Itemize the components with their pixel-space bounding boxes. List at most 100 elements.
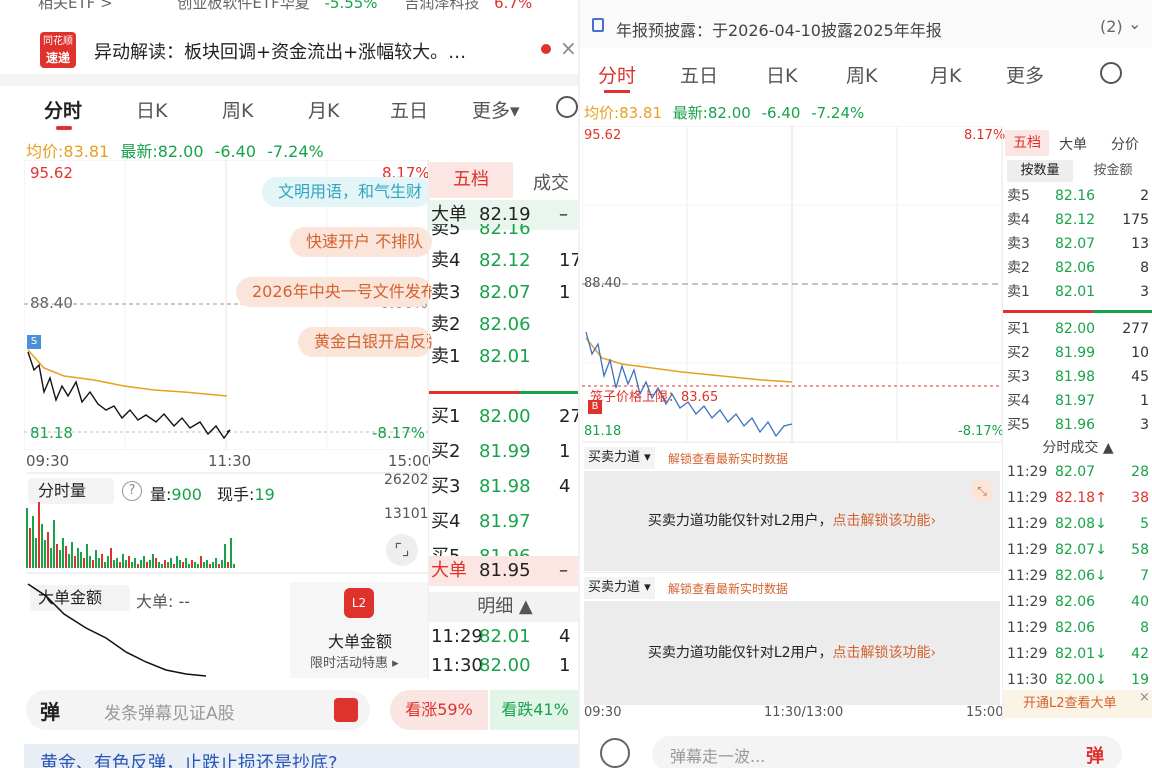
right-panel: 年报预披露：于2026-04-10披露2025年年报 (2) ⌄ 分时 五日 日… bbox=[580, 0, 1152, 768]
comment-icon[interactable] bbox=[600, 738, 630, 768]
volume-bar bbox=[149, 560, 151, 568]
danmaku-input[interactable]: 弹幕走一波... 弹 bbox=[652, 736, 1122, 768]
l2-promo-card[interactable]: L2 大单金额 限时活动特惠 ▸ bbox=[290, 582, 428, 678]
by-quantity-toggle[interactable]: 按数量 bbox=[1007, 160, 1073, 182]
force-dropdown[interactable]: 买卖力道 ▾ bbox=[584, 447, 655, 469]
level-volume: 175 bbox=[1122, 212, 1149, 228]
fullscreen-icon[interactable]: ⌜⌟ bbox=[386, 534, 418, 566]
buy-level-row[interactable]: 买2 81.99 10 bbox=[1003, 341, 1152, 365]
level-label: 卖1 bbox=[431, 346, 461, 367]
tab-monthly-k[interactable]: 月K bbox=[308, 96, 339, 123]
tab-daily-k[interactable]: 日K bbox=[766, 61, 797, 88]
buy-level-row[interactable]: 买1 82.00 277 bbox=[1003, 317, 1152, 341]
sell-level-row[interactable]: 卖3 82.07 1 bbox=[429, 278, 579, 308]
buy-level-row[interactable]: 买1 82.00 27 bbox=[429, 402, 580, 432]
level-price: 82.16 bbox=[1055, 188, 1096, 204]
bearish-button[interactable]: 看跌41% bbox=[490, 690, 580, 730]
tab-weekly-k[interactable]: 周K bbox=[222, 96, 253, 123]
buy-marker[interactable]: B bbox=[588, 400, 602, 414]
help-icon[interactable]: ? bbox=[122, 481, 142, 501]
tab-price-split[interactable]: 分价 bbox=[1111, 134, 1139, 154]
buy-level-row[interactable]: 买4 81.97 bbox=[429, 507, 579, 537]
tab-five-levels[interactable]: 五档 bbox=[1005, 130, 1049, 156]
force-dropdown[interactable]: 买卖力道 ▾ bbox=[584, 577, 655, 599]
footer-topic[interactable]: 黄金、有色反弹，止跌止损还是抄底? bbox=[24, 744, 580, 768]
avg-price-line bbox=[585, 337, 793, 383]
tab-five-day[interactable]: 五日 bbox=[390, 96, 428, 123]
close-icon[interactable]: × bbox=[1139, 690, 1150, 705]
notice-bar[interactable]: 年报预披露：于2026-04-10披露2025年年报 (2) ⌄ bbox=[580, 0, 1152, 48]
trade-price: 82.06 bbox=[1055, 594, 1096, 610]
big-order-row: 大单 81.95 – bbox=[429, 556, 580, 586]
detail-toggle[interactable]: 明细 ▲ bbox=[429, 592, 580, 622]
locked-area[interactable]: 买卖力道功能仅针对L2用户，点击解锁该功能› bbox=[584, 471, 1000, 571]
level-volume: 45 bbox=[1131, 369, 1149, 385]
unlock-feature-link[interactable]: 点击解锁该功能› bbox=[833, 645, 937, 661]
buy-level-row[interactable]: 买3 81.98 45 bbox=[1003, 365, 1152, 389]
tab-five-day[interactable]: 五日 bbox=[680, 61, 718, 88]
tab-trades[interactable]: 成交 bbox=[533, 169, 569, 195]
locked-area[interactable]: 买卖力道功能仅针对L2用户，点击解锁该功能› bbox=[584, 601, 1000, 705]
buy-level-row[interactable]: 买2 81.99 1 bbox=[429, 437, 579, 467]
sell-level-row[interactable]: 卖3 82.07 13 bbox=[1003, 232, 1152, 256]
volume-bar bbox=[173, 564, 175, 568]
level-price: 81.98 bbox=[479, 476, 531, 497]
volume-bar bbox=[104, 562, 106, 568]
danmaku-pill[interactable]: 黄金白银开启反弹 bbox=[298, 327, 432, 357]
close-icon[interactable]: × bbox=[560, 36, 577, 60]
avg-label: 均价: bbox=[584, 104, 620, 122]
sell-level-row[interactable]: 卖1 82.01 bbox=[429, 342, 579, 372]
trade-volume: 58 bbox=[1131, 542, 1149, 558]
level-volume: 1 bbox=[559, 282, 571, 303]
tab-weekly-k[interactable]: 周K bbox=[846, 61, 877, 88]
tab-five-levels[interactable]: 五档 bbox=[429, 162, 513, 198]
sell-level-row[interactable]: 卖2 82.06 bbox=[429, 310, 579, 340]
expand-icon[interactable]: ⤡ bbox=[970, 479, 994, 503]
l2-icon: L2 bbox=[344, 588, 374, 618]
danmaku-input[interactable]: 弹 发条弹幕见证A股 bbox=[26, 690, 370, 730]
bullish-button[interactable]: 看涨59% bbox=[390, 690, 488, 730]
right-price-stats: 均价:83.81 最新:82.00 -6.40 -7.24% bbox=[584, 102, 864, 123]
danmaku-pill[interactable]: 文明用语，和气生财 bbox=[262, 177, 432, 207]
tab-fenshi[interactable]: 分时 bbox=[44, 96, 82, 123]
sell-level-row[interactable]: 卖5 82.16 2 bbox=[1003, 184, 1152, 208]
buy-level-row[interactable]: 买5 81.96 3 bbox=[1003, 413, 1152, 437]
tab-fenshi[interactable]: 分时 bbox=[598, 61, 636, 88]
tab-daily-k[interactable]: 日K bbox=[136, 96, 167, 123]
unlock-link[interactable]: 解锁查看最新实时数据 bbox=[668, 580, 788, 597]
big-order-val: – bbox=[559, 560, 568, 581]
buy-level-row[interactable]: 买4 81.97 1 bbox=[1003, 389, 1152, 413]
sell-level-row[interactable]: 卖4 82.12 17 bbox=[429, 246, 580, 276]
logo-bottom-text: 速递 bbox=[45, 51, 70, 65]
chevron-down-icon[interactable]: ⌄ bbox=[1128, 14, 1141, 33]
right-y-mid: 88.40 bbox=[584, 276, 622, 291]
sell-level-row[interactable]: 卖1 82.01 3 bbox=[1003, 280, 1152, 304]
settings-icon[interactable] bbox=[556, 96, 578, 118]
related-etf-row[interactable]: 相关ETF > 创业板软件ETF华夏 -5.55% 吉润泽科技 6.7% bbox=[38, 0, 532, 13]
open-l2-banner[interactable]: 开通L2查看大单 bbox=[1003, 690, 1152, 718]
level-price: 82.06 bbox=[479, 314, 531, 335]
sell-level-row[interactable]: 卖2 82.06 8 bbox=[1003, 256, 1152, 280]
sell-marker[interactable]: S bbox=[27, 335, 41, 349]
settings-icon[interactable] bbox=[1100, 62, 1122, 84]
tab-monthly-k[interactable]: 月K bbox=[930, 61, 961, 88]
danmaku-pill[interactable]: 2026年中央一号文件发布 bbox=[236, 277, 432, 307]
tab-more[interactable]: 更多 bbox=[1006, 61, 1044, 88]
sell-level-row[interactable]: 卖4 82.12 175 bbox=[1003, 208, 1152, 232]
trade-volume: 5 bbox=[1140, 516, 1149, 532]
tab-more[interactable]: 更多▾ bbox=[472, 96, 520, 123]
unlock-feature-link[interactable]: 点击解锁该功能› bbox=[833, 513, 937, 529]
by-amount-toggle[interactable]: 按金额 bbox=[1077, 160, 1149, 182]
trade-volume: 40 bbox=[1131, 594, 1149, 610]
trades-toggle[interactable]: 分时成交 ▲ bbox=[1003, 436, 1152, 460]
promo-title: 大单金额 bbox=[328, 632, 393, 651]
danmaku-pill[interactable]: 快速开户 不排队 bbox=[290, 227, 432, 257]
left-y-bot: 81.18 bbox=[30, 424, 73, 442]
sell-level-row[interactable]: 卖5 82.16 bbox=[429, 224, 579, 244]
unlock-link[interactable]: 解锁查看最新实时数据 bbox=[668, 450, 788, 467]
gift-icon[interactable] bbox=[334, 698, 358, 722]
tab-big-order[interactable]: 大单 bbox=[1059, 134, 1087, 154]
buy-level-row[interactable]: 买3 81.98 4 bbox=[429, 472, 579, 502]
volume-bar bbox=[212, 562, 214, 568]
news-headline[interactable]: 异动解读：板块回调+资金流出+涨幅较大。… bbox=[94, 38, 466, 64]
